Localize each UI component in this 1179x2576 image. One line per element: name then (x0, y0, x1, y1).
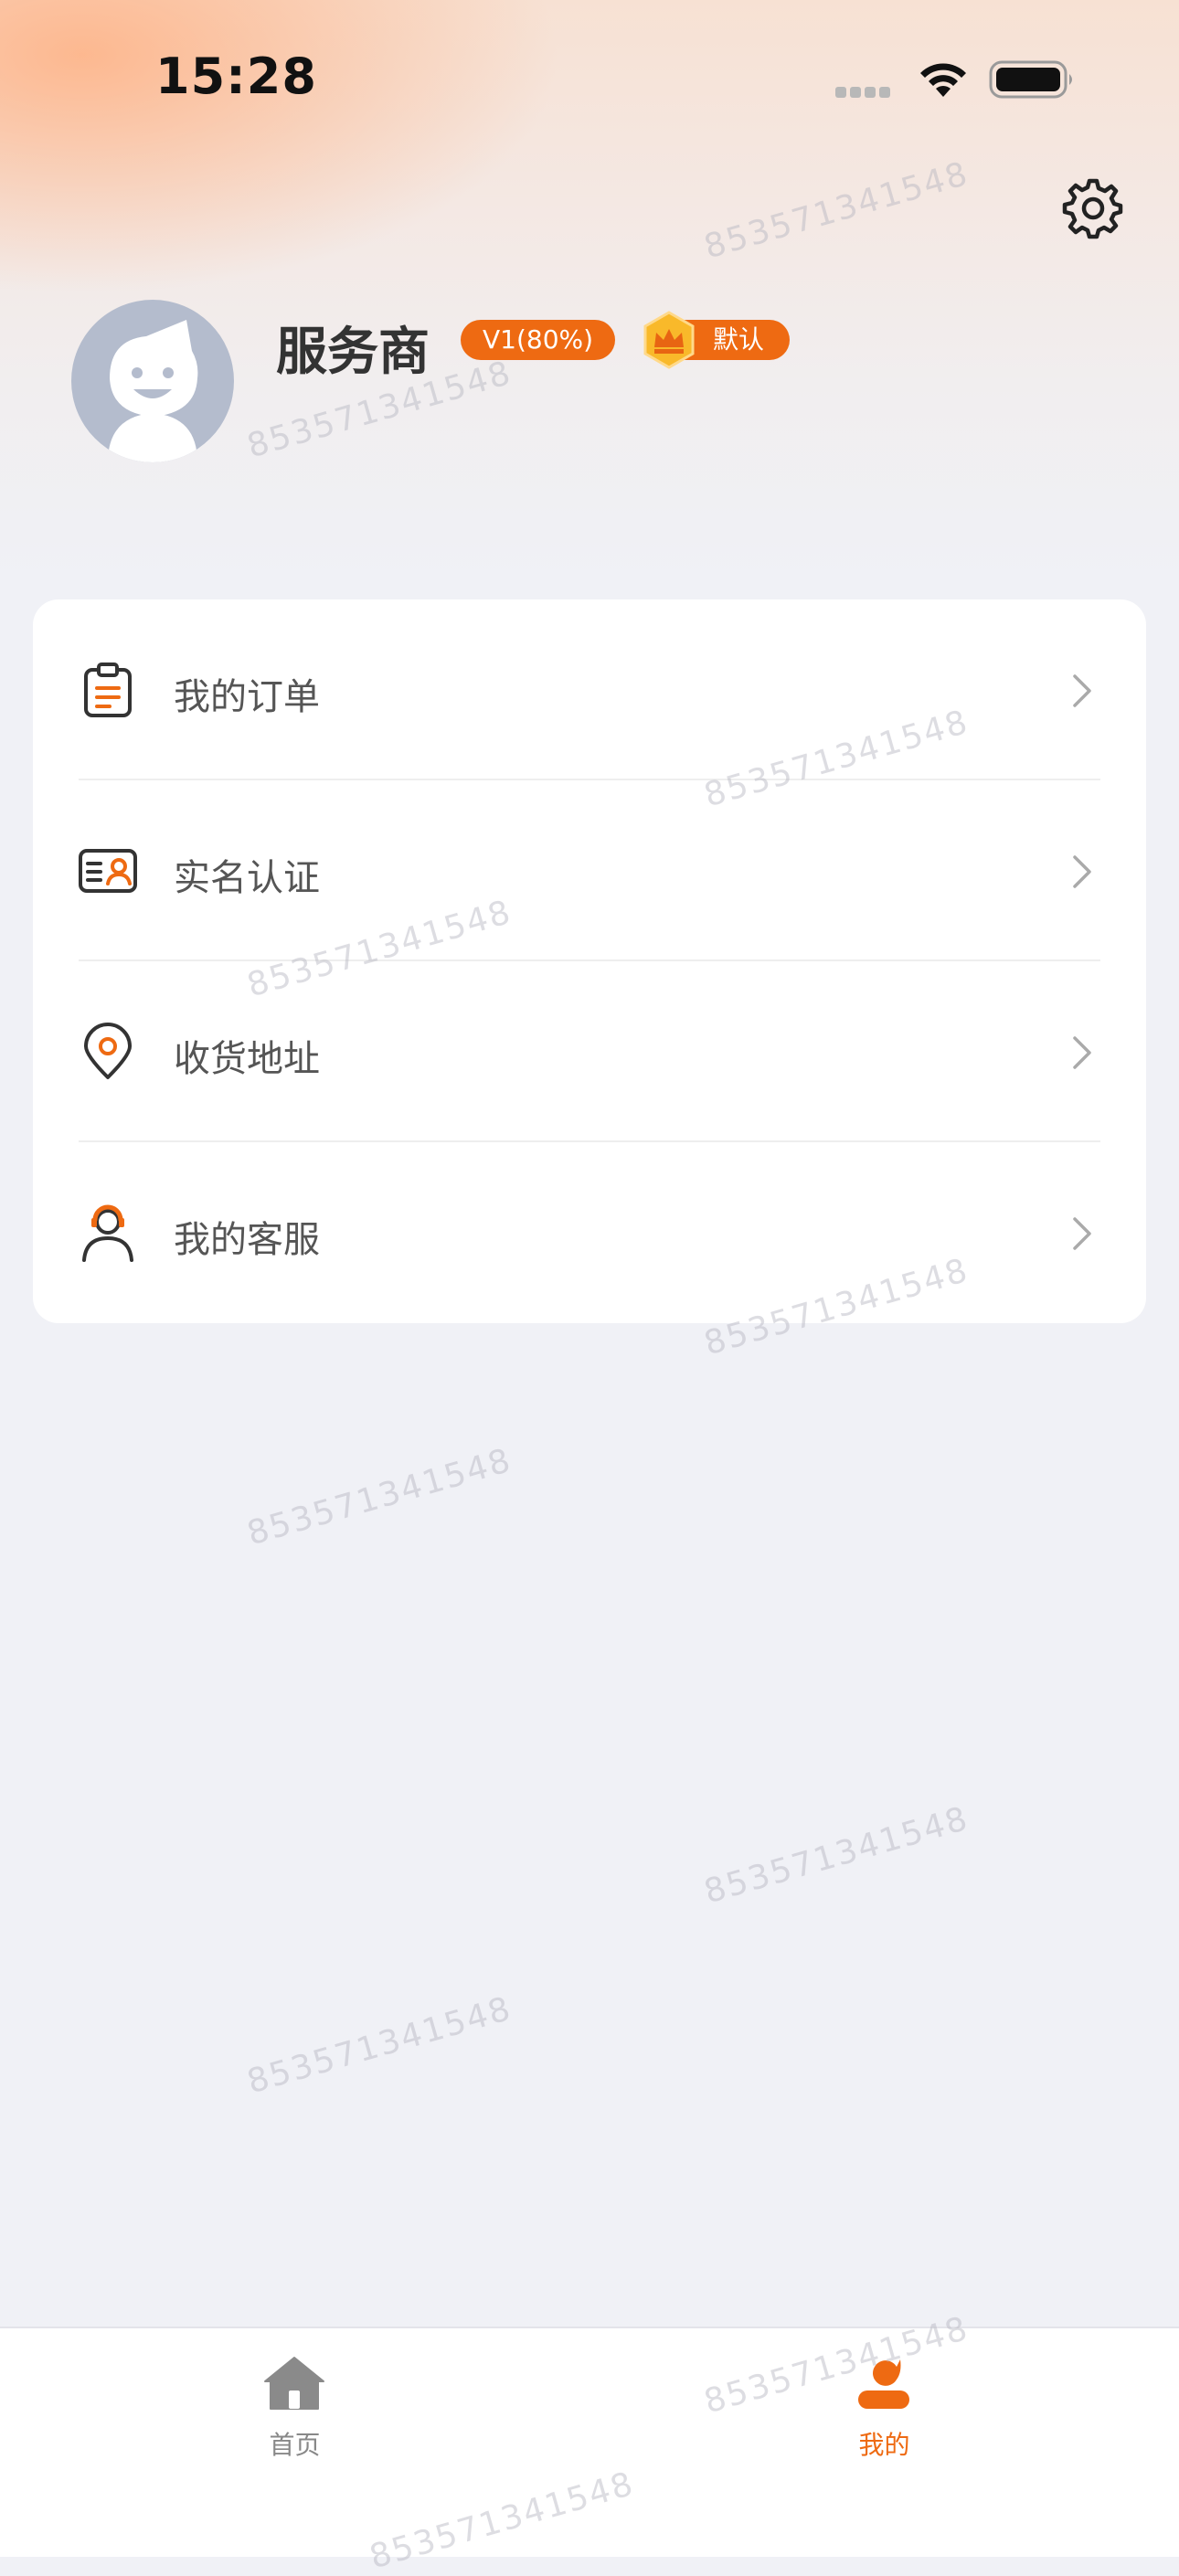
chevron-right-icon (1073, 855, 1091, 888)
watermark: 853571341548 (243, 1441, 516, 1553)
status-time: 15:28 (155, 48, 317, 105)
menu-item-address[interactable]: 收货地址 (33, 961, 1146, 1142)
cellular-signal-icon (835, 84, 899, 98)
menu-item-verification[interactable]: 实名认证 (33, 780, 1146, 961)
menu-item-orders[interactable]: 我的订单 (33, 599, 1146, 780)
wifi-icon (920, 63, 966, 97)
crown-icon (643, 311, 695, 369)
status-bar: 15:28 (0, 0, 1179, 155)
menu-item-label: 我的订单 (174, 676, 320, 718)
menu-item-label: 实名认证 (174, 857, 320, 899)
battery-icon (989, 60, 1072, 99)
chevron-right-icon (1073, 1036, 1091, 1069)
level-badge: V1(80%) (461, 320, 616, 360)
home-icon (264, 2357, 324, 2410)
chevron-right-icon (1073, 674, 1091, 707)
tab-home[interactable]: 首页 (0, 2328, 590, 2511)
clipboard-icon (84, 663, 132, 717)
customer-service-icon (82, 1204, 133, 1262)
watermark: 853571341548 (243, 1989, 516, 2102)
role-badge: 默认 (643, 311, 790, 369)
menu-card: 我的订单 实名认证 收货地址 我的客服 (33, 599, 1146, 1323)
default-avatar-icon (108, 320, 198, 462)
role-badge-label: 默认 (713, 324, 765, 355)
id-card-icon (79, 849, 137, 893)
chevron-right-icon (1073, 1217, 1091, 1250)
avatar[interactable] (71, 300, 234, 462)
settings-gear-icon[interactable] (1058, 175, 1124, 241)
menu-item-label: 收货地址 (174, 1038, 320, 1080)
menu-item-label: 我的客服 (174, 1219, 320, 1261)
watermark: 853571341548 (700, 1799, 973, 1912)
tab-home-label: 首页 (269, 2430, 321, 2460)
user-name: 服务商 (276, 323, 430, 382)
tab-bar: 首页 我的 (0, 2327, 1179, 2557)
menu-item-customer-service[interactable]: 我的客服 (33, 1142, 1146, 1323)
tab-mine-label: 我的 (858, 2430, 910, 2460)
location-pin-icon (84, 1023, 132, 1079)
